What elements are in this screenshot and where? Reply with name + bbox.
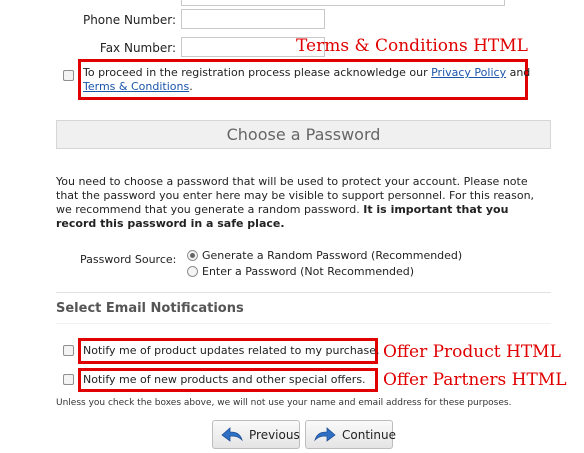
- enter-password-label[interactable]: Enter a Password (Not Recommended): [202, 265, 414, 278]
- phone-number-input[interactable]: [181, 9, 325, 29]
- phone-number-label: Phone Number:: [82, 13, 176, 27]
- choose-password-title: Choose a Password: [226, 125, 381, 144]
- section-divider: [56, 292, 551, 293]
- password-source-label: Password Source:: [80, 253, 177, 266]
- product-updates-checkbox[interactable]: [63, 345, 74, 356]
- new-products-label[interactable]: Notify me of new products and other spec…: [83, 373, 366, 386]
- terms-html-annotation: Terms & Conditions HTML: [296, 36, 528, 56]
- terms-text-before: To proceed in the registration process p…: [83, 66, 432, 79]
- previous-field-input[interactable]: [181, 0, 505, 6]
- terms-and: and: [506, 66, 531, 79]
- new-products-checkbox[interactable]: [63, 374, 74, 385]
- product-updates-label[interactable]: Notify me of product updates related to …: [83, 344, 380, 357]
- previous-button[interactable]: Previous: [212, 420, 300, 449]
- section-divider: [56, 323, 551, 324]
- notifications-disclaimer: Unless you check the boxes above, we wil…: [56, 398, 512, 408]
- continue-button-label: Continue: [342, 427, 396, 442]
- terms-text: To proceed in the registration process p…: [83, 66, 530, 94]
- fax-number-label: Fax Number:: [99, 41, 176, 55]
- continue-button[interactable]: Continue: [305, 420, 396, 449]
- privacy-policy-link[interactable]: Privacy Policy: [431, 66, 506, 79]
- generate-password-radio[interactable]: [187, 250, 198, 261]
- enter-password-radio[interactable]: [187, 266, 198, 277]
- terms-period: .: [189, 80, 193, 93]
- terms-checkbox[interactable]: [63, 70, 74, 81]
- generate-password-label[interactable]: Generate a Random Password (Recommended): [202, 249, 462, 262]
- offer-product-annotation: Offer Product HTML: [383, 342, 561, 362]
- arrow-right-icon: [314, 426, 336, 443]
- password-instructions: You need to choose a password that will …: [56, 175, 551, 231]
- email-notifications-title: Select Email Notifications: [56, 301, 244, 316]
- arrow-left-icon: [221, 426, 243, 443]
- choose-password-header: Choose a Password: [56, 120, 551, 149]
- offer-partners-annotation: Offer Partners HTML: [383, 370, 567, 390]
- previous-button-label: Previous: [249, 427, 300, 442]
- terms-conditions-link[interactable]: Terms & Conditions: [83, 80, 189, 93]
